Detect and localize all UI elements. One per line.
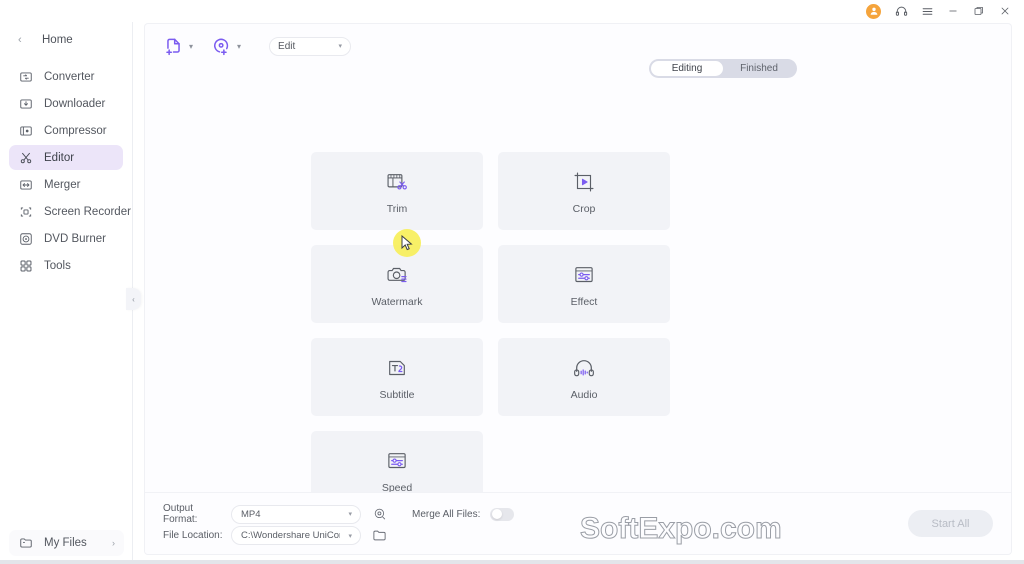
chevron-right-icon: ›	[112, 538, 115, 548]
sidebar-item-label: Screen Recorder	[44, 205, 131, 218]
format-settings-icon[interactable]	[371, 506, 388, 523]
subtitle-text-icon	[384, 353, 410, 383]
tool-card-audio[interactable]: Audio	[498, 338, 670, 416]
converter-icon	[18, 69, 34, 85]
chevron-down-icon[interactable]: ▾	[189, 42, 193, 51]
main-panel: ▾ ▾ Edit ▾ Editing Finished Trim Crop Wa…	[145, 24, 1011, 554]
dvd-burner-icon	[18, 231, 34, 247]
sidebar-item-label: Compressor	[44, 124, 107, 137]
close-icon[interactable]	[992, 0, 1018, 22]
tool-card-label: Watermark	[371, 296, 423, 308]
compressor-icon	[18, 123, 34, 139]
sidebar-item-label: Tools	[44, 259, 71, 272]
sidebar-item-label: Merger	[44, 178, 81, 191]
speed-sliders-icon	[384, 446, 410, 476]
output-settings-bar: Output Format: MP4 ▾ Merge All Files: Fi…	[145, 492, 1011, 554]
tool-card-label: Subtitle	[379, 389, 415, 401]
tool-card-subtitle[interactable]: Subtitle	[311, 338, 483, 416]
edit-mode-value: Edit	[278, 40, 296, 52]
tool-card-trim[interactable]: Trim	[311, 152, 483, 230]
tab-finished[interactable]: Finished	[723, 61, 795, 76]
file-location-label: File Location:	[163, 530, 223, 541]
output-format-value: MP4	[241, 508, 261, 520]
sidebar-item-label-home: Home	[42, 34, 73, 46]
toggle-knob	[491, 509, 502, 519]
audio-headphones-icon	[571, 353, 597, 383]
hamburger-menu-icon[interactable]	[914, 0, 940, 22]
chevron-left-icon: ‹	[18, 33, 22, 46]
sidebar: ‹ Home Converter Downloader Compressor E…	[0, 22, 133, 564]
sidebar-item-compressor[interactable]: Compressor	[9, 118, 123, 143]
start-all-button[interactable]: Start All	[908, 510, 993, 537]
sidebar-item-label: DVD Burner	[44, 232, 106, 245]
watermark-camera-icon	[384, 260, 410, 290]
sidebar-nav: Converter Downloader Compressor Editor M…	[0, 64, 132, 278]
maximize-icon[interactable]	[966, 0, 992, 22]
crop-frame-icon	[571, 167, 597, 197]
tool-card-label: Audio	[570, 389, 598, 401]
tool-card-crop[interactable]: Crop	[498, 152, 670, 230]
sidebar-item-screen-recorder[interactable]: Screen Recorder	[9, 199, 131, 224]
trim-film-scissors-icon	[384, 167, 410, 197]
sidebar-item-merger[interactable]: Merger	[9, 172, 123, 197]
effect-sliders-icon	[571, 260, 597, 290]
chevron-down-icon: ▾	[348, 511, 352, 518]
tab-editing[interactable]: Editing	[651, 61, 723, 76]
sidebar-item-downloader[interactable]: Downloader	[9, 91, 123, 116]
sidebar-item-home[interactable]: ‹ Home	[10, 27, 122, 53]
sidebar-item-label-my-files: My Files	[44, 537, 87, 549]
sidebar-item-tools[interactable]: Tools	[9, 253, 123, 278]
sidebar-item-label: Converter	[44, 70, 95, 83]
add-file-button[interactable]: ▾	[162, 35, 193, 57]
folder-icon	[18, 535, 34, 551]
sidebar-item-my-files[interactable]: My Files ›	[9, 530, 124, 556]
downloader-icon	[18, 96, 34, 112]
merger-icon	[18, 177, 34, 193]
add-disc-icon	[210, 35, 232, 57]
tool-card-effect[interactable]: Effect	[498, 245, 670, 323]
minimize-icon[interactable]	[940, 0, 966, 22]
output-format-select[interactable]: MP4 ▾	[231, 504, 361, 524]
user-avatar-icon[interactable]	[866, 3, 881, 19]
sidebar-item-label: Downloader	[44, 97, 106, 110]
output-format-label: Output Format:	[163, 503, 198, 525]
window-bottom-edge	[0, 560, 1024, 564]
mouse-cursor-icon	[401, 235, 413, 251]
sidebar-item-editor[interactable]: Editor	[9, 145, 123, 170]
chevron-down-icon: ▾	[348, 532, 352, 540]
add-file-icon	[162, 35, 184, 57]
file-location-row: File Location: C:\Wondershare UniConvert…	[163, 526, 388, 545]
editor-scissors-icon	[18, 150, 34, 166]
output-format-row: Output Format: MP4 ▾ Merge All Files:	[163, 503, 515, 525]
edit-mode-select[interactable]: Edit ▾	[269, 36, 352, 56]
sidebar-collapse-handle[interactable]: ‹	[126, 288, 141, 310]
status-segmented-control: Editing Finished	[649, 59, 797, 78]
sidebar-item-dvd-burner[interactable]: DVD Burner	[9, 226, 123, 251]
tool-card-watermark[interactable]: Watermark	[311, 245, 483, 323]
merge-all-files-label: Merge All Files:	[412, 508, 481, 520]
merge-all-files-toggle[interactable]	[490, 507, 515, 521]
tool-card-label: Crop	[572, 203, 596, 215]
file-location-value: C:\Wondershare UniConverter ·	[241, 530, 340, 541]
chevron-down-icon: ▾	[338, 43, 343, 50]
headset-icon[interactable]	[888, 0, 914, 22]
chevron-left-icon: ‹	[132, 294, 135, 304]
app-window: ‹ Home Converter Downloader Compressor E…	[0, 0, 1024, 564]
open-folder-icon[interactable]	[371, 527, 388, 544]
window-controls	[866, 0, 1018, 22]
chevron-down-icon[interactable]: ▾	[237, 42, 241, 51]
editor-toolbar: ▾ ▾ Edit ▾	[145, 24, 1011, 68]
tool-card-label: Effect	[570, 296, 598, 308]
sidebar-item-converter[interactable]: Converter	[9, 64, 123, 89]
editor-tools-grid: Trim Crop Watermark Effect Subtitle Audi…	[311, 152, 847, 509]
tool-card-label: Trim	[386, 203, 408, 215]
file-location-select[interactable]: C:\Wondershare UniConverter · ▾	[231, 526, 361, 545]
sidebar-item-label: Editor	[44, 151, 75, 164]
tools-grid-icon	[18, 258, 34, 274]
title-bar	[0, 0, 1024, 22]
screen-recorder-icon	[18, 204, 34, 220]
add-disc-button[interactable]: ▾	[210, 35, 241, 57]
